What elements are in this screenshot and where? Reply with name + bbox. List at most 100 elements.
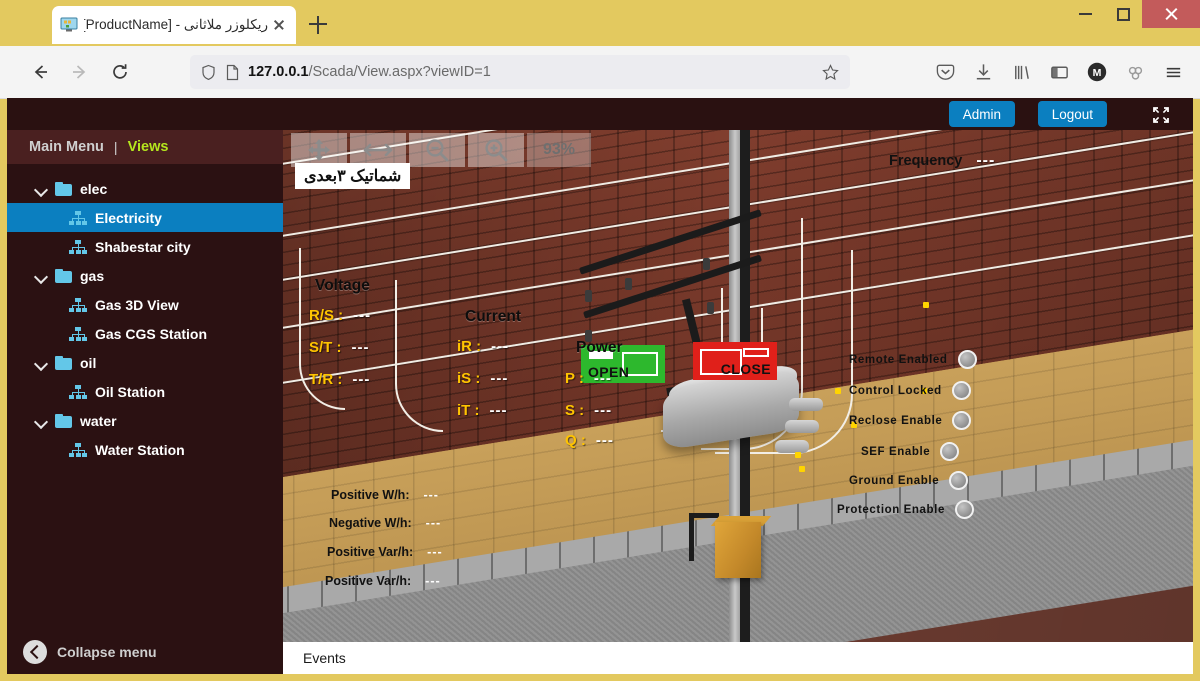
- tree-item-gas-3d-view[interactable]: Gas 3D View: [7, 290, 283, 319]
- tree-item-gas-cgs-station[interactable]: Gas CGS Station: [7, 319, 283, 348]
- logout-button[interactable]: Logout: [1038, 101, 1107, 127]
- voltage-row: T/R : ---: [309, 371, 370, 388]
- account-avatar[interactable]: M: [1084, 59, 1110, 85]
- power-row: P : ---: [565, 370, 612, 387]
- chevron-down-icon: [33, 355, 49, 371]
- connection-point: [835, 388, 841, 394]
- reload-icon: [110, 62, 130, 82]
- control-cabinet[interactable]: [715, 522, 761, 578]
- nav-buttons: [0, 54, 140, 90]
- status-led[interactable]: [952, 411, 971, 430]
- pocket-icon[interactable]: [932, 59, 958, 85]
- tree-folder-elec[interactable]: elec: [7, 174, 283, 203]
- power-value: ---: [596, 432, 614, 449]
- 3d-scene: [283, 130, 1193, 642]
- energy-row: Positive Var/h: ---: [327, 545, 443, 559]
- zoom-out-icon[interactable]: [409, 133, 465, 167]
- insulator: [703, 258, 710, 270]
- voltage-key: S/T :: [309, 339, 342, 356]
- status-led[interactable]: [952, 381, 971, 400]
- energy-key: Negative W/h:: [329, 516, 412, 530]
- status-led[interactable]: [958, 350, 977, 369]
- network-icon: [69, 443, 87, 457]
- current-row: iS : ---: [457, 370, 508, 387]
- minimize-button[interactable]: [1066, 0, 1104, 28]
- energy-value: ---: [425, 574, 441, 588]
- frequency-value: ---: [976, 152, 995, 170]
- fullscreen-icon[interactable]: [1151, 105, 1171, 125]
- jumper-cable: [395, 280, 443, 432]
- close-window-button[interactable]: [1142, 0, 1200, 28]
- current-value: ---: [490, 402, 508, 419]
- frequency-label: Frequency: [889, 153, 962, 169]
- site-favicon: [60, 16, 78, 34]
- collapse-menu-label: Collapse menu: [57, 644, 157, 660]
- main-menu-link[interactable]: Main Menu: [29, 139, 104, 155]
- status-row: Protection Enable: [837, 500, 974, 519]
- power-value: ---: [594, 402, 612, 419]
- energy-key: Positive Var/h:: [325, 574, 411, 588]
- close-button[interactable]: CLOSE: [693, 342, 777, 380]
- sidebar-icon[interactable]: [1046, 59, 1072, 85]
- tree-item-electricity[interactable]: Electricity: [7, 203, 283, 232]
- tree-label: elec: [80, 181, 107, 197]
- app-menu-icon[interactable]: [1160, 59, 1186, 85]
- network-icon: [69, 385, 87, 399]
- network-icon: [69, 240, 87, 254]
- library-icon[interactable]: [1008, 59, 1034, 85]
- tree-label: gas: [80, 268, 104, 284]
- page-icon: [225, 64, 240, 81]
- chevron-down-icon: [33, 268, 49, 284]
- tree-item-shabestar-city[interactable]: Shabestar city: [7, 232, 283, 261]
- current-row: iR : ---: [457, 338, 509, 355]
- tree-item-water-station[interactable]: Water Station: [7, 435, 283, 464]
- address-bar[interactable]: 127.0.0.1/Scada/View.aspx?viewID=1: [190, 55, 850, 89]
- energy-value: ---: [423, 488, 439, 502]
- tree-folder-oil[interactable]: oil: [7, 348, 283, 377]
- current-row: iT : ---: [457, 402, 508, 419]
- admin-button[interactable]: Admin: [949, 101, 1015, 127]
- folder-icon: [55, 356, 72, 370]
- status-led[interactable]: [955, 500, 974, 519]
- new-tab-button[interactable]: [305, 12, 331, 38]
- zoom-in-icon[interactable]: [468, 133, 524, 167]
- bookmark-star-icon[interactable]: [821, 63, 840, 82]
- browser-titlebar: ریکلوزر ملاثانی - [ProductName]: [0, 0, 1200, 46]
- close-icon[interactable]: [270, 16, 288, 34]
- energy-row: Negative W/h: ---: [329, 516, 441, 530]
- tree-item-oil-station[interactable]: Oil Station: [7, 377, 283, 406]
- network-icon: [69, 211, 87, 225]
- folder-icon: [55, 269, 72, 283]
- zoom-level-display[interactable]: 93%: [527, 133, 591, 167]
- bushing: [775, 440, 809, 453]
- current-value: ---: [490, 370, 508, 387]
- downloads-icon[interactable]: [970, 59, 996, 85]
- collapse-menu-button[interactable]: Collapse menu: [7, 630, 283, 674]
- containers-icon[interactable]: [1122, 59, 1148, 85]
- status-label: Reclose Enable: [849, 415, 942, 427]
- window-controls: [1066, 0, 1200, 28]
- reload-button[interactable]: [100, 54, 140, 90]
- voltage-value: ---: [353, 307, 371, 324]
- tree-folder-water[interactable]: water: [7, 406, 283, 435]
- status-led[interactable]: [949, 471, 968, 490]
- fit-width-icon[interactable]: [350, 133, 406, 167]
- views-link[interactable]: Views: [128, 139, 169, 155]
- cabinet-arm: [689, 513, 694, 561]
- maximize-button[interactable]: [1104, 0, 1142, 28]
- tree-label: Oil Station: [95, 384, 165, 400]
- forward-button[interactable]: [60, 54, 100, 90]
- current-value: ---: [491, 338, 509, 355]
- view-toolbar: 93%: [291, 133, 591, 167]
- sidebar: Main Menu | Views elec Electricity Shabe…: [7, 130, 283, 674]
- events-bar[interactable]: Events: [283, 642, 1193, 674]
- status-led[interactable]: [940, 442, 959, 461]
- url-host: 127.0.0.1: [248, 64, 308, 80]
- back-button[interactable]: [20, 54, 60, 90]
- folder-icon: [55, 414, 72, 428]
- pan-move-icon[interactable]: [291, 133, 347, 167]
- folder-icon: [55, 182, 72, 196]
- browser-tab[interactable]: ریکلوزر ملاثانی - [ProductName]: [52, 6, 296, 44]
- scada-viewport[interactable]: 93% شماتیک ۳بعدی OPEN CLOSE Frequency --…: [283, 130, 1193, 674]
- tree-folder-gas[interactable]: gas: [7, 261, 283, 290]
